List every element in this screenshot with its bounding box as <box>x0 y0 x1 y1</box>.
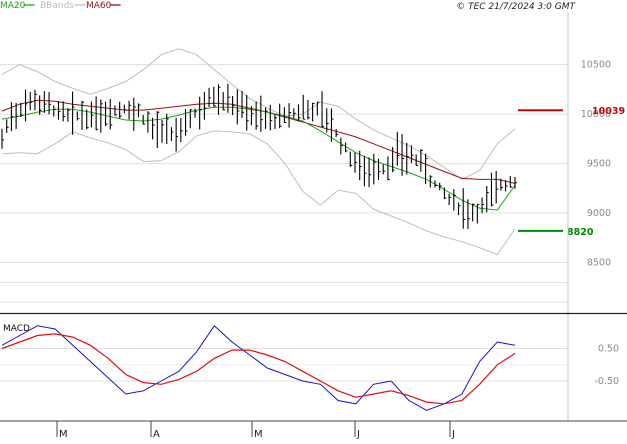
bollinger-bands <box>1 48 516 256</box>
macd-y-tick-label: -0.50 <box>594 376 619 387</box>
chart-svg: 10500100009500900085000.50-0.50M A M J J 100… <box>0 1 627 440</box>
legend-label-ma60: MA60 <box>86 1 112 11</box>
x-tick-label: A <box>153 429 160 440</box>
legend-label-ma20: MA20 <box>0 1 26 11</box>
grid-layer: 10500100009500900085000.50-0.50M A M J J <box>0 60 619 440</box>
ma20-line <box>1 106 516 211</box>
x-tick-label: J <box>451 429 455 440</box>
legend-label-bbands: BBands <box>40 1 74 11</box>
x-tick-label: J <box>356 429 360 440</box>
y-tick-label: 10500 <box>581 60 611 71</box>
y-tick-label: 9500 <box>587 159 611 170</box>
support-label: 8820 <box>567 227 594 238</box>
y-tick-label: 8500 <box>587 258 611 269</box>
bbands-lower-line <box>1 130 516 256</box>
price-bars <box>1 83 517 229</box>
x-tick-label: M <box>254 429 263 440</box>
macd-panel: MACD <box>1 324 516 411</box>
legend: MA20 BBands MA60 <box>0 1 121 11</box>
ma60-line <box>1 99 516 184</box>
signal-line <box>1 333 516 405</box>
x-tick-label: M <box>59 429 68 440</box>
y-tick-label: 9000 <box>587 208 611 219</box>
macd-y-tick-label: 0.50 <box>598 344 619 355</box>
ma20-line-path <box>1 106 516 211</box>
ma60-line-path <box>1 99 516 184</box>
resistance-label: 10039 <box>592 106 625 117</box>
chart-frame <box>0 12 627 422</box>
copyright-text: © TEC 21/7/2024 3:0 GMT <box>456 2 576 12</box>
stock-chart: 10500 10000 9500 9000 8500 0.50 -0.50 M A M J J 100… <box>0 0 627 440</box>
macd-label: MACD <box>3 324 30 334</box>
macd-line <box>1 325 516 411</box>
